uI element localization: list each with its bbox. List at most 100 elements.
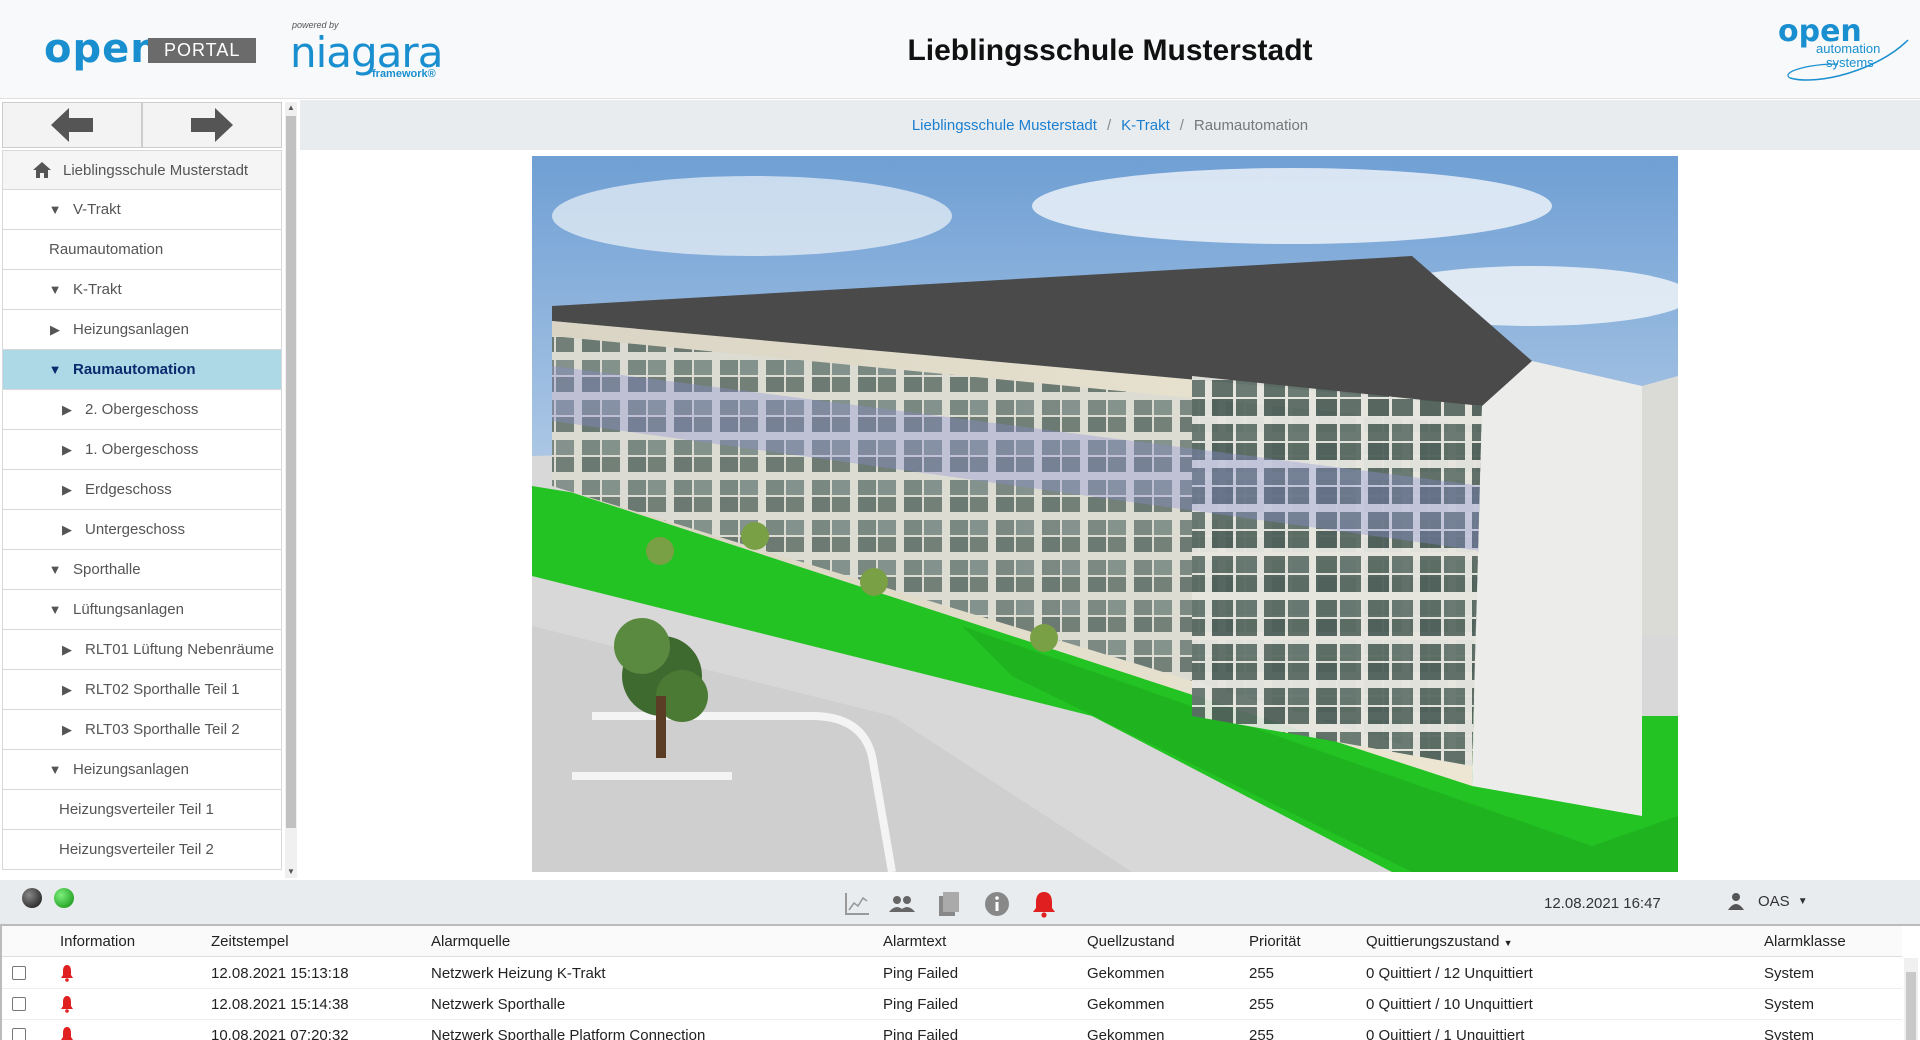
tree-item-lueftungsanlagen[interactable]: ▼ Lüftungsanlagen xyxy=(2,590,282,630)
scroll-down-icon[interactable]: ▼ xyxy=(285,866,297,878)
connection-status-dot-grey xyxy=(22,888,42,908)
triangle-right-icon: ▶ xyxy=(62,521,72,537)
breadcrumb-separator: / xyxy=(1179,116,1184,134)
cell-alarmquelle: Netzwerk Sporthalle xyxy=(431,996,566,1013)
building-3d-view[interactable] xyxy=(532,156,1678,872)
table-row[interactable]: 12.08.2021 15:13:18 Netzwerk Heizung K-T… xyxy=(2,958,1902,989)
cell-alarmtext: Ping Failed xyxy=(883,965,959,982)
info-button[interactable] xyxy=(983,890,1011,918)
users-button[interactable] xyxy=(888,890,916,918)
info-icon xyxy=(985,892,1009,916)
current-datetime: 12.08.2021 16:47 xyxy=(1544,895,1661,912)
chart-button[interactable] xyxy=(843,890,871,918)
tree-item-label: RLT02 Sporthalle Teil 1 xyxy=(85,681,240,698)
tree-item-heizungsverteiler-2[interactable]: Heizungsverteiler Teil 2 xyxy=(2,830,282,870)
column-header-quittierungszustand[interactable]: Quittierungszustand ▼ xyxy=(1366,933,1513,950)
alarm-table-scrollbar[interactable] xyxy=(1904,958,1918,1040)
documents-button[interactable] xyxy=(935,890,963,918)
breadcrumb-link-lieblingsschule[interactable]: Lieblingsschule Musterstadt xyxy=(912,117,1097,134)
forward-button[interactable] xyxy=(142,102,282,148)
column-header-alarmklasse[interactable]: Alarmklasse xyxy=(1764,933,1846,950)
page-title: Lieblingsschule Musterstadt xyxy=(907,34,1313,67)
alarm-table: Information Zeitstempel Alarmquelle Alar… xyxy=(0,926,1920,1040)
breadcrumb-separator: / xyxy=(1106,116,1112,134)
cell-quittierungszustand: 0 Quittiert / 1 Unquittiert xyxy=(1366,1027,1525,1040)
triangle-down-icon: ▼ xyxy=(48,202,62,217)
oas-logo: open automation systems xyxy=(1778,14,1910,86)
history-nav xyxy=(2,102,282,148)
triangle-right-icon: ▶ xyxy=(62,641,72,657)
tree-item-k-trakt-raumautomation[interactable]: ▼ Raumautomation xyxy=(2,350,282,390)
row-checkbox[interactable] xyxy=(12,1028,26,1040)
tree-item-label: Raumautomation xyxy=(49,241,164,258)
tree-item-2-obergeschoss[interactable]: ▶ 2. Obergeschoss xyxy=(2,390,282,430)
column-header-zeitstempel[interactable]: Zeitstempel xyxy=(211,933,289,950)
status-bar: 12.08.2021 16:47 OAS ▼ xyxy=(0,880,1920,926)
user-menu[interactable]: OAS ▼ xyxy=(1728,892,1808,910)
cell-alarmtext: Ping Failed xyxy=(883,996,959,1013)
tree-item-label: Erdgeschoss xyxy=(85,481,172,498)
tree-item-rlt03[interactable]: ▶ RLT03 Sporthalle Teil 2 xyxy=(2,710,282,750)
arrow-right-icon xyxy=(191,108,233,142)
sidebar-scroll-thumb[interactable] xyxy=(286,116,296,828)
tree-item-untergeschoss[interactable]: ▶ Untergeschoss xyxy=(2,510,282,550)
tree-item-v-trakt-raumautomation[interactable]: Raumautomation xyxy=(2,230,282,270)
triangle-right-icon: ▶ xyxy=(62,481,72,497)
navigation-tree: Lieblingsschule Musterstadt ▼ V-Trakt Ra… xyxy=(2,150,282,870)
row-checkbox[interactable] xyxy=(12,966,26,980)
alarm-table-scroll-thumb[interactable] xyxy=(1906,972,1916,1040)
alarm-bell-icon xyxy=(61,1027,73,1040)
tree-item-k-trakt-heizungsanlagen[interactable]: ▶ Heizungsanlagen xyxy=(2,310,282,350)
tree-item-1-obergeschoss[interactable]: ▶ 1. Obergeschoss xyxy=(2,430,282,470)
cell-zeitstempel: 10.08.2021 07:20:32 xyxy=(211,1027,349,1040)
tree-item-k-trakt[interactable]: ▼ K-Trakt xyxy=(2,270,282,310)
triangle-right-icon: ▶ xyxy=(62,721,72,737)
scroll-up-icon[interactable]: ▲ xyxy=(285,102,297,114)
cell-zeitstempel: 12.08.2021 15:14:38 xyxy=(211,996,349,1013)
triangle-right-icon: ▶ xyxy=(62,681,72,697)
tree-item-label: Heizungsverteiler Teil 2 xyxy=(59,841,214,858)
row-checkbox[interactable] xyxy=(12,997,26,1011)
cell-alarmquelle: Netzwerk Sporthalle Platform Connection xyxy=(431,1027,706,1040)
home-icon xyxy=(33,162,51,178)
tree-item-label: Heizungsanlagen xyxy=(73,321,189,338)
tree-item-rlt01[interactable]: ▶ RLT01 Lüftung Nebenräume xyxy=(2,630,282,670)
tree-item-label: 1. Obergeschoss xyxy=(85,441,199,458)
column-header-prioritaet[interactable]: Priorität xyxy=(1249,933,1301,950)
building-render-image xyxy=(532,156,1678,872)
column-header-quellzustand[interactable]: Quellzustand xyxy=(1087,933,1175,950)
breadcrumb-link-k-trakt[interactable]: K-Trakt xyxy=(1121,117,1170,134)
triangle-right-icon: ▶ xyxy=(50,321,60,337)
tree-item-label: RLT01 Lüftung Nebenräume xyxy=(85,641,275,658)
chart-icon xyxy=(845,893,869,915)
cell-prioritaet: 255 xyxy=(1249,996,1275,1013)
column-header-alarmtext[interactable]: Alarmtext xyxy=(883,933,946,950)
tree-item-heizungsverteiler-1[interactable]: Heizungsverteiler Teil 1 xyxy=(2,790,282,830)
alarms-button[interactable] xyxy=(1030,890,1058,918)
arrow-left-icon xyxy=(51,108,93,142)
cell-quittierungszustand: 0 Quittiert / 12 Unquittiert xyxy=(1366,965,1533,982)
cell-prioritaet: 255 xyxy=(1249,1027,1275,1040)
caret-down-icon: ▼ xyxy=(1797,895,1808,907)
cell-prioritaet: 255 xyxy=(1249,965,1275,982)
triangle-down-icon: ▼ xyxy=(48,562,62,577)
niagara-framework-label: framework® xyxy=(372,68,436,80)
tree-item-label: K-Trakt xyxy=(73,281,122,298)
tree-item-lieblingsschule[interactable]: Lieblingsschule Musterstadt xyxy=(2,150,282,190)
cell-quittierungszustand: 0 Quittiert / 10 Unquittiert xyxy=(1366,996,1533,1013)
tree-item-sporthalle-heizungsanlagen[interactable]: ▼ Heizungsanlagen xyxy=(2,750,282,790)
table-row[interactable]: 12.08.2021 15:14:38 Netzwerk Sporthalle … xyxy=(2,989,1902,1020)
column-header-alarmquelle[interactable]: Alarmquelle xyxy=(431,933,510,950)
breadcrumb: Lieblingsschule Musterstadt / K-Trakt / … xyxy=(300,100,1920,150)
column-header-information[interactable]: Information xyxy=(60,933,135,950)
sidebar-scrollbar[interactable]: ▲ ▼ xyxy=(285,102,297,878)
sidebar: Lieblingsschule Musterstadt ▼ V-Trakt Ra… xyxy=(0,100,300,880)
tree-item-v-trakt[interactable]: ▼ V-Trakt xyxy=(2,190,282,230)
connection-status-dot-green xyxy=(54,888,74,908)
tree-item-erdgeschoss[interactable]: ▶ Erdgeschoss xyxy=(2,470,282,510)
tree-item-rlt02[interactable]: ▶ RLT02 Sporthalle Teil 1 xyxy=(2,670,282,710)
tree-item-sporthalle[interactable]: ▼ Sporthalle xyxy=(2,550,282,590)
table-row[interactable]: 10.08.2021 07:20:32 Netzwerk Sporthalle … xyxy=(2,1020,1902,1040)
back-button[interactable] xyxy=(2,102,142,148)
alarm-bell-icon xyxy=(61,996,73,1013)
